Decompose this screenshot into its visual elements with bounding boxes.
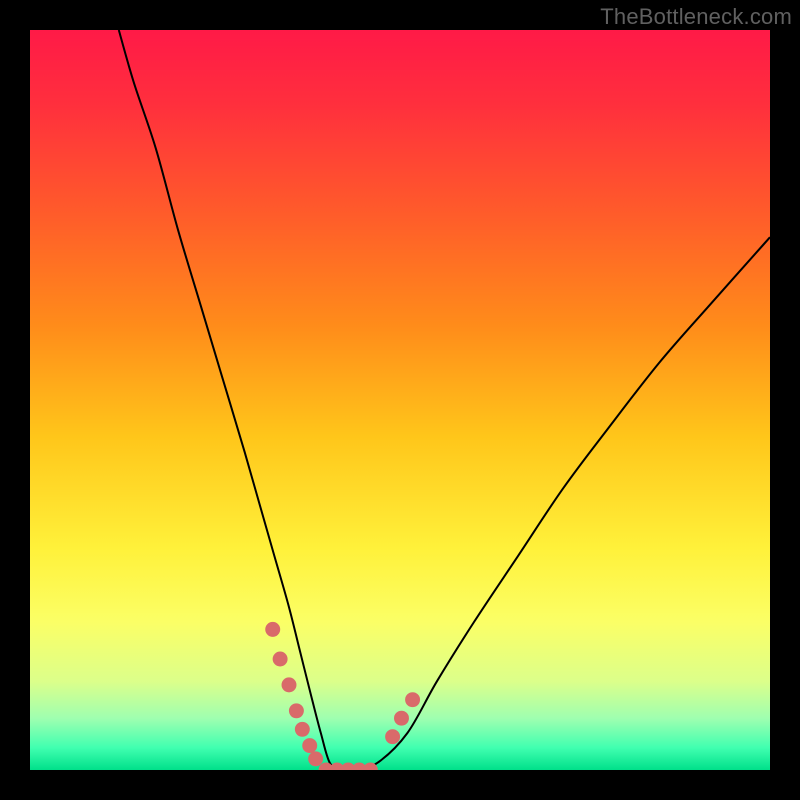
highlight-dot <box>308 751 323 766</box>
highlight-dot <box>394 711 409 726</box>
highlight-dot <box>295 722 310 737</box>
watermark-text: TheBottleneck.com <box>600 4 792 30</box>
chart-frame: TheBottleneck.com <box>0 0 800 800</box>
highlight-dot <box>405 692 420 707</box>
plot-area <box>30 30 770 770</box>
highlight-dot <box>302 738 317 753</box>
chart-svg <box>30 30 770 770</box>
highlight-dot <box>385 729 400 744</box>
gradient-background <box>30 30 770 770</box>
highlight-dot <box>273 652 288 667</box>
highlight-dot <box>282 677 297 692</box>
highlight-dot <box>289 703 304 718</box>
highlight-dot <box>265 622 280 637</box>
